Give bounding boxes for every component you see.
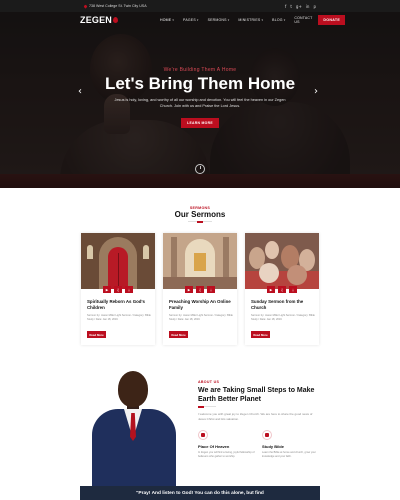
about-divider bbox=[198, 405, 216, 408]
about-title: We are Taking Small Steps to Make Earth … bbox=[198, 387, 315, 403]
nav-item-home[interactable]: HOME▾ bbox=[160, 18, 174, 22]
power-icon bbox=[195, 164, 205, 174]
hero-kicker: We're Building Them A Home bbox=[163, 67, 237, 73]
church-interior-image bbox=[163, 233, 237, 289]
feature-place-of-heaven: Place Of Heaven In Zegen you will find a… bbox=[198, 430, 256, 459]
video-icon[interactable]: ▶ bbox=[185, 286, 193, 293]
nav-item-blog[interactable]: BLOG▾ bbox=[272, 18, 285, 22]
audio-icon[interactable]: ♫ bbox=[114, 286, 122, 293]
learn-more-button[interactable]: LEARN MORE bbox=[181, 118, 219, 128]
audio-icon[interactable]: ♫ bbox=[278, 286, 286, 293]
heaven-icon bbox=[198, 430, 208, 440]
top-bar: 738 West College St. Twin City USA f t g… bbox=[0, 0, 400, 12]
congregation-image bbox=[245, 233, 319, 289]
sermon-card-title[interactable]: Preaching Worship An Online Family bbox=[169, 299, 233, 311]
sermon-media-icons: ▶ ♫ ⤓ bbox=[103, 286, 133, 293]
nav-item-sermons[interactable]: SERMONS▾ bbox=[208, 18, 230, 22]
audio-icon[interactable]: ♫ bbox=[196, 286, 204, 293]
feature-description: In Zegen you will find a loving, joyful … bbox=[198, 451, 255, 458]
sermon-card-meta: Sermon by: Jason Miller Light Sermon / C… bbox=[251, 314, 315, 322]
logo-text: ZEGEN bbox=[80, 15, 113, 25]
sermon-card-meta: Sermon by: Jason Miller Light Sermon / C… bbox=[87, 314, 151, 322]
pinterest-icon[interactable]: p bbox=[313, 4, 316, 9]
donate-button[interactable]: DONATE bbox=[318, 15, 346, 25]
chevron-left-icon[interactable]: ‹ bbox=[78, 86, 82, 97]
read-more-button[interactable]: Read More bbox=[251, 331, 270, 338]
video-icon[interactable]: ▶ bbox=[267, 286, 275, 293]
logo[interactable]: ZEGEN bbox=[80, 15, 119, 25]
about-kicker: ABOUT US bbox=[198, 380, 220, 384]
top-bar-inner: 738 West College St. Twin City USA f t g… bbox=[83, 0, 316, 12]
drop-icon bbox=[113, 17, 119, 23]
nav-menu: HOME▾ PAGES▾ SERMONS▾ MINISTRIES▾ BLOG▾ … bbox=[160, 16, 312, 24]
sermon-card-title[interactable]: Spiritually Reborn As God's Children bbox=[87, 299, 151, 311]
sermon-card-meta: Sermon by: Jason Miller Light Sermon / C… bbox=[169, 314, 233, 322]
hero-section: We're Building Them A Home Let's Bring T… bbox=[0, 12, 400, 188]
download-icon[interactable]: ⤓ bbox=[289, 286, 297, 293]
sermon-media-icons: ▶ ♫ ⤓ bbox=[185, 286, 215, 293]
church-door-image bbox=[81, 233, 155, 289]
social-links: f t g+ in p bbox=[285, 4, 316, 9]
about-description: I welcome you with great joy to Zegen Ch… bbox=[198, 412, 313, 421]
bible-icon bbox=[262, 430, 272, 440]
sermon-card: ▶ ♫ ⤓ Spiritually Reborn As God's Childr… bbox=[81, 233, 155, 345]
feature-title: Study Bible bbox=[262, 444, 285, 449]
linkedin-icon[interactable]: in bbox=[306, 4, 310, 9]
sermon-card-title[interactable]: Sunday Sermon from the Church bbox=[251, 299, 315, 311]
google-plus-icon[interactable]: g+ bbox=[296, 4, 302, 9]
feature-description: Learn the Bible at home and church, grow… bbox=[262, 451, 316, 458]
download-icon[interactable]: ⤓ bbox=[125, 286, 133, 293]
download-icon[interactable]: ⤓ bbox=[207, 286, 215, 293]
video-icon[interactable]: ▶ bbox=[103, 286, 111, 293]
chevron-right-icon[interactable]: › bbox=[314, 86, 318, 97]
sermon-cards: ▶ ♫ ⤓ Spiritually Reborn As God's Childr… bbox=[81, 233, 319, 345]
quote-text: "Pray! And listen to God! You can do thi… bbox=[136, 490, 264, 496]
address-text: 738 West College St. Twin City USA bbox=[89, 4, 147, 8]
hero-description: Jesus is holy, loving, and worthy of all… bbox=[114, 98, 286, 108]
feature-title: Place Of Heaven bbox=[198, 444, 230, 449]
sermons-title: Our Sermons bbox=[174, 210, 226, 219]
sermon-media-icons: ▶ ♫ ⤓ bbox=[267, 286, 297, 293]
pastor-image bbox=[92, 365, 180, 495]
read-more-button[interactable]: Read More bbox=[87, 331, 106, 338]
main-nav: ZEGEN HOME▾ PAGES▾ SERMONS▾ MINISTRIES▾ … bbox=[80, 13, 346, 27]
sermon-card: ▶ ♫ ⤓ Preaching Worship An Online Family… bbox=[163, 233, 237, 345]
feature-study-bible: Study Bible Learn the Bible at home and … bbox=[262, 430, 320, 459]
nav-item-contact[interactable]: CONTACT US bbox=[294, 16, 312, 24]
location-pin-icon bbox=[83, 3, 88, 9]
twitter-icon[interactable]: t bbox=[290, 4, 292, 9]
nav-item-ministries[interactable]: MINISTRIES▾ bbox=[238, 18, 263, 22]
address: 738 West College St. Twin City USA bbox=[83, 3, 147, 9]
sermons-divider bbox=[188, 220, 212, 223]
nav-item-pages[interactable]: PAGES▾ bbox=[183, 18, 199, 22]
read-more-button[interactable]: Read More bbox=[169, 331, 188, 338]
quote-banner: "Pray! And listen to God! You can do thi… bbox=[80, 486, 320, 500]
sermon-card: ▶ ♫ ⤓ Sunday Sermon from the Church Serm… bbox=[245, 233, 319, 345]
hero-title: Let's Bring Them Home bbox=[104, 74, 296, 93]
facebook-icon[interactable]: f bbox=[285, 4, 286, 9]
